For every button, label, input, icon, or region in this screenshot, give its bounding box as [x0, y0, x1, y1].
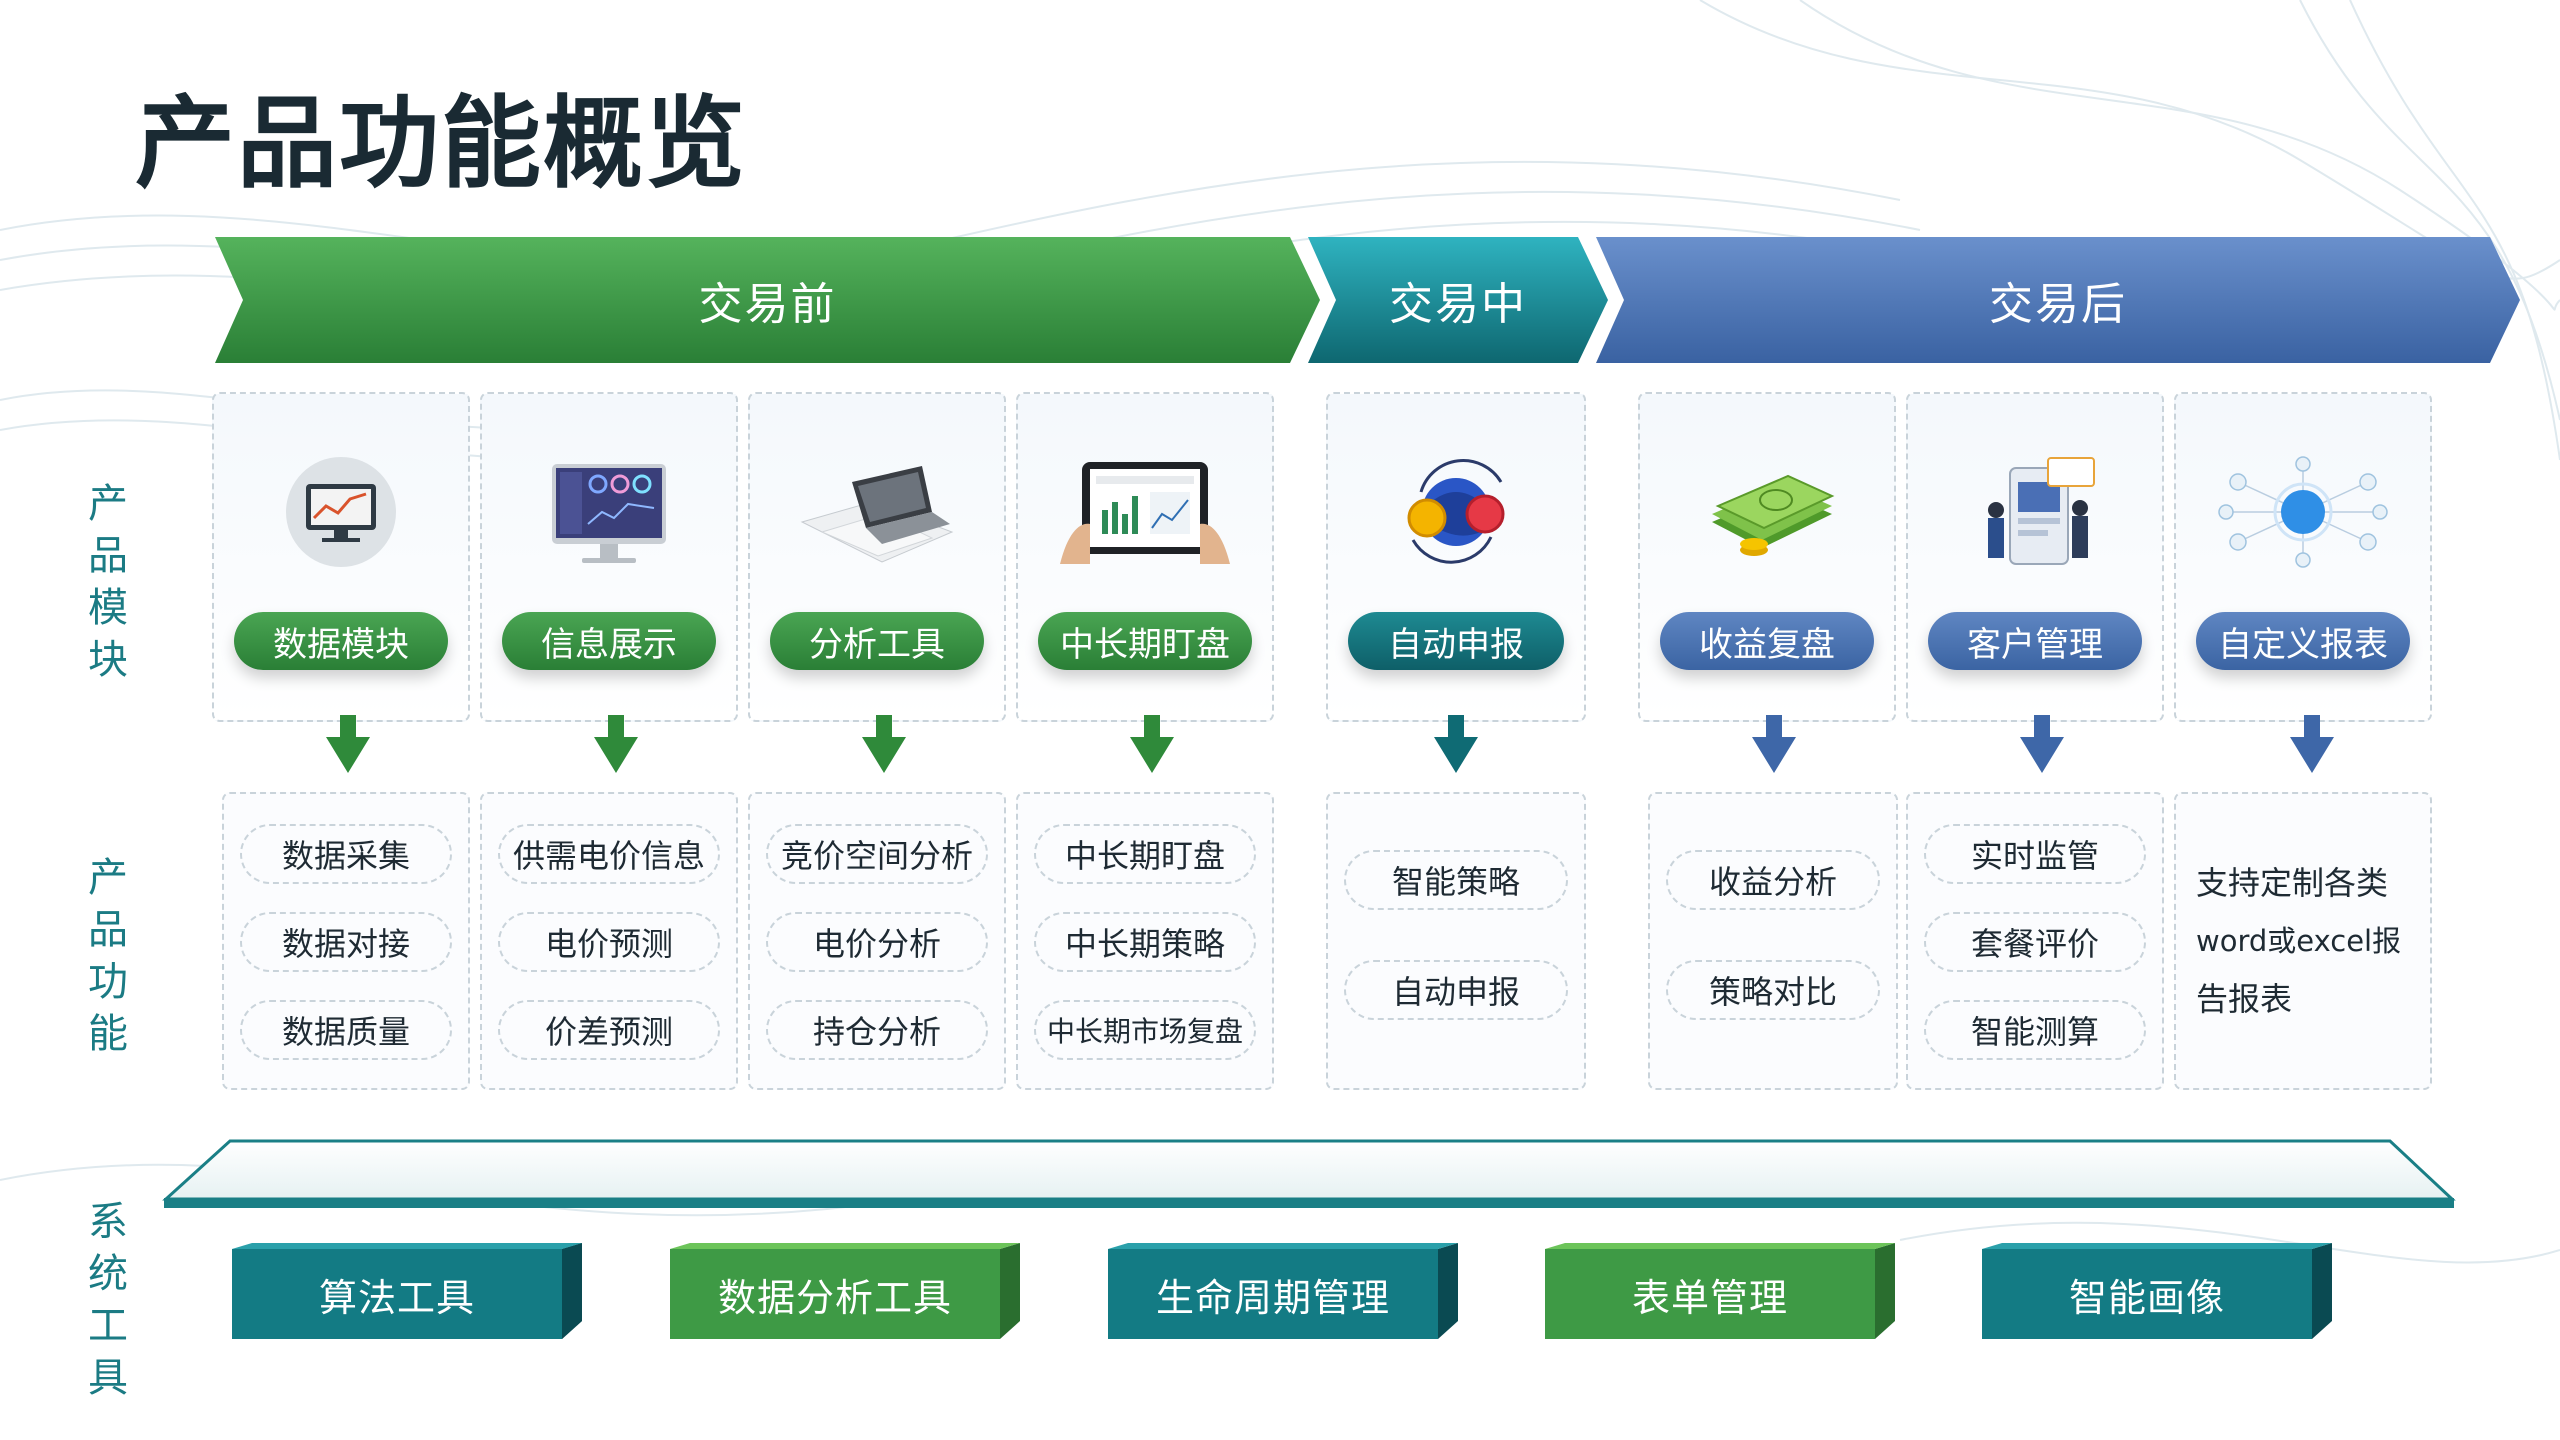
function-item[interactable]: 数据对接 — [240, 912, 452, 972]
description-line: 支持定制各类 — [2196, 864, 2389, 902]
module-card-customer: 客户管理 — [1906, 392, 2164, 722]
function-item[interactable]: 中长期盯盘 — [1034, 824, 1256, 884]
globe-exchange-icon — [1361, 452, 1551, 572]
tool-label: 数据分析工具 — [717, 1275, 952, 1320]
module-pill-custom-report[interactable]: 自定义报表 — [2196, 612, 2410, 670]
function-item[interactable]: 持仓分析 — [766, 1000, 988, 1060]
tool-form-management[interactable]: 表单管理 — [1545, 1243, 1895, 1339]
module-card-auto-declare: 自动申报 — [1326, 392, 1586, 722]
function-item[interactable]: 竞价空间分析 — [766, 824, 988, 884]
function-card-data: 数据采集 数据对接 数据质量 — [222, 792, 470, 1090]
function-card-auto-declare: 智能策略 自动申报 — [1326, 792, 1586, 1090]
module-card-analysis: 分析工具 — [748, 392, 1006, 722]
network-hub-icon — [2208, 452, 2398, 572]
function-item[interactable]: 电价分析 — [766, 912, 988, 972]
function-item[interactable]: 套餐评价 — [1924, 912, 2146, 972]
dashboard-screen-icon — [514, 452, 704, 572]
laptop-documents-icon — [782, 452, 972, 572]
tool-data-analysis[interactable]: 数据分析工具 — [670, 1243, 1020, 1339]
down-arrow-icon — [594, 715, 638, 773]
phase-banner-pre-trade: 交易前 — [215, 237, 1320, 363]
function-item[interactable]: 收益分析 — [1666, 850, 1880, 910]
function-item[interactable]: 中长期策略 — [1034, 912, 1256, 972]
module-pill-customer[interactable]: 客户管理 — [1928, 612, 2142, 670]
tool-label: 智能画像 — [2068, 1275, 2225, 1320]
module-pill-revenue[interactable]: 收益复盘 — [1660, 612, 1874, 670]
down-arrow-icon — [862, 715, 906, 773]
function-item[interactable]: 策略对比 — [1666, 960, 1880, 1020]
module-pill-midlong[interactable]: 中长期盯盘 — [1038, 612, 1252, 670]
monitor-chart-icon — [246, 452, 436, 572]
phase-label: 交易前 — [698, 279, 837, 330]
tool-label: 表单管理 — [1631, 1275, 1788, 1320]
side-label-functions: 产品功能 — [88, 855, 128, 1057]
custom-report-description: 支持定制各类 word或excel报 告报表 — [2196, 854, 2416, 1028]
tool-smart-profile[interactable]: 智能画像 — [1982, 1243, 2332, 1339]
function-item[interactable]: 价差预测 — [498, 1000, 720, 1060]
description-line: word或excel报 — [2196, 924, 2402, 958]
tool-algorithm[interactable]: 算法工具 — [232, 1243, 582, 1339]
tool-label: 生命周期管理 — [1155, 1275, 1390, 1320]
tool-label: 算法工具 — [318, 1275, 475, 1320]
tool-lifecycle[interactable]: 生命周期管理 — [1108, 1243, 1458, 1339]
down-arrow-icon — [1434, 715, 1478, 773]
phase-label: 交易后 — [1989, 279, 2127, 330]
function-card-analysis: 竞价空间分析 电价分析 持仓分析 — [748, 792, 1006, 1090]
module-pill-analysis[interactable]: 分析工具 — [770, 612, 984, 670]
description-line: 告报表 — [2196, 980, 2293, 1018]
function-card-custom-report: 支持定制各类 word或excel报 告报表 — [2174, 792, 2432, 1090]
function-item[interactable]: 自动申报 — [1344, 960, 1568, 1020]
down-arrow-icon — [1130, 715, 1174, 773]
down-arrow-icon — [1752, 715, 1796, 773]
module-pill-data[interactable]: 数据模块 — [234, 612, 448, 670]
money-stack-icon — [1672, 452, 1862, 572]
module-pill-auto-declare[interactable]: 自动申报 — [1348, 612, 1564, 670]
side-label-tools: 系统工具 — [88, 1199, 128, 1401]
people-report-icon — [1940, 452, 2130, 572]
module-pill-info[interactable]: 信息展示 — [502, 612, 716, 670]
module-card-data: 数据模块 — [212, 392, 470, 722]
function-card-info: 供需电价信息 电价预测 价差预测 — [480, 792, 738, 1090]
function-item[interactable]: 中长期市场复盘 — [1034, 1000, 1256, 1060]
function-item[interactable]: 供需电价信息 — [498, 824, 720, 884]
down-arrow-icon — [326, 715, 370, 773]
module-card-midlong: 中长期盯盘 — [1016, 392, 1274, 722]
tablet-hands-icon — [1050, 452, 1240, 572]
page-title: 产品功能概览 — [135, 85, 747, 202]
function-item[interactable]: 数据采集 — [240, 824, 452, 884]
function-card-customer: 实时监管 套餐评价 智能测算 — [1906, 792, 2164, 1090]
module-card-custom-report: 自定义报表 — [2174, 392, 2432, 722]
function-item[interactable]: 智能策略 — [1344, 850, 1568, 910]
module-card-info: 信息展示 — [480, 392, 738, 722]
function-item[interactable]: 电价预测 — [498, 912, 720, 972]
module-card-revenue: 收益复盘 — [1638, 392, 1896, 722]
system-platform — [162, 1139, 2456, 1208]
function-item[interactable]: 智能测算 — [1924, 1000, 2146, 1060]
side-label-modules: 产品模块 — [88, 481, 128, 683]
phase-banner-post-trade: 交易后 — [1596, 237, 2520, 363]
function-item[interactable]: 数据质量 — [240, 1000, 452, 1060]
function-card-revenue: 收益分析 策略对比 — [1648, 792, 1898, 1090]
function-card-midlong: 中长期盯盘 中长期策略 中长期市场复盘 — [1016, 792, 1274, 1090]
down-arrow-icon — [2290, 715, 2334, 773]
phase-banner-in-trade: 交易中 — [1308, 237, 1608, 363]
function-item[interactable]: 实时监管 — [1924, 824, 2146, 884]
down-arrow-icon — [2020, 715, 2064, 773]
phase-label: 交易中 — [1389, 279, 1527, 330]
